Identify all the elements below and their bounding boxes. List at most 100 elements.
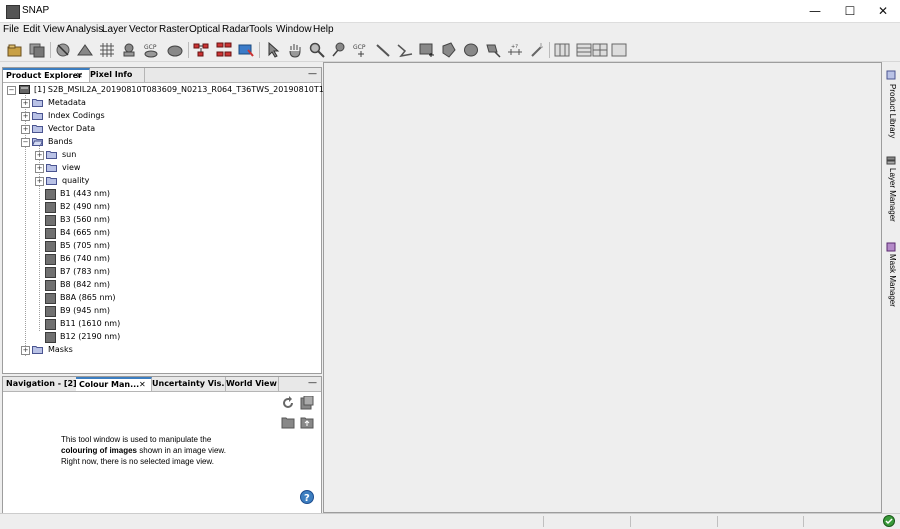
tree-item-band[interactable]: B6 (740 nm) xyxy=(45,253,245,265)
expand-icon[interactable]: + xyxy=(35,164,44,173)
tree-item-band[interactable]: B12 (2190 nm) xyxy=(45,331,245,343)
no-data-icon[interactable] xyxy=(55,42,71,58)
tree-item-band[interactable]: B11 (1610 nm) xyxy=(45,318,245,330)
tab-navigation[interactable]: Navigation - [2] ... xyxy=(3,377,79,391)
tree-item-label: Vector Data xyxy=(48,124,96,133)
tile-vertical-icon[interactable] xyxy=(576,42,592,58)
maximize-button[interactable]: ☐ xyxy=(833,0,867,22)
menu-layer[interactable]: Layer xyxy=(102,24,127,35)
menu-vector[interactable]: Vector xyxy=(129,24,157,35)
tree-item-product[interactable]: − [1] S2B_MSIL2A_20190810T083609_N0213_R… xyxy=(5,84,349,96)
gcp-icon[interactable]: GCP xyxy=(143,42,159,58)
minimize-panel-icon[interactable]: — xyxy=(308,68,317,80)
world-view-icon[interactable] xyxy=(238,42,254,58)
tile-evenly-icon[interactable] xyxy=(592,42,608,58)
rectangle-drawing-icon[interactable] xyxy=(419,42,435,58)
select-tool-icon[interactable] xyxy=(265,42,281,58)
close-icon[interactable]: ✕ xyxy=(76,70,83,82)
expand-icon[interactable]: + xyxy=(21,346,30,355)
expand-icon[interactable]: + xyxy=(35,177,44,186)
tab-layer-manager[interactable]: Layer Manager xyxy=(885,168,897,222)
open-product-icon[interactable] xyxy=(7,42,23,58)
menu-analysis[interactable]: Analysis xyxy=(66,24,103,35)
gcp-placing-icon[interactable]: GCP xyxy=(353,42,369,58)
pan-tool-icon[interactable] xyxy=(287,42,303,58)
menu-window[interactable]: Window xyxy=(276,24,312,35)
close-button[interactable]: ✕ xyxy=(866,0,900,22)
tab-colour-manipulation-label: Colour Man... xyxy=(79,380,140,389)
expand-icon[interactable]: + xyxy=(21,125,30,134)
zoom-tool-icon[interactable] xyxy=(309,42,325,58)
menu-file[interactable]: File xyxy=(3,24,19,35)
tree-item-index-codings[interactable]: + Index Codings xyxy=(19,110,219,122)
menu-view[interactable]: View xyxy=(43,24,65,35)
polyline-drawing-icon[interactable] xyxy=(397,42,413,58)
export-icon[interactable] xyxy=(300,415,314,429)
tree-item-band[interactable]: B1 (443 nm) xyxy=(45,188,245,200)
tree-item-vector-data[interactable]: + Vector Data xyxy=(19,123,219,135)
help-icon[interactable]: ? xyxy=(300,490,314,504)
image-view-area[interactable] xyxy=(323,62,882,513)
tree-item-band[interactable]: B5 (705 nm) xyxy=(45,240,245,252)
expand-icon[interactable]: + xyxy=(35,151,44,160)
tree-item-view[interactable]: + view xyxy=(33,162,233,174)
tree-item-bands[interactable]: − Bands xyxy=(19,136,219,148)
ellipse-drawing-icon[interactable] xyxy=(463,42,479,58)
menu-tools[interactable]: Tools xyxy=(249,24,272,35)
tree-item-band[interactable]: B9 (945 nm) xyxy=(45,305,245,317)
tab-product-library[interactable]: Product Library xyxy=(885,84,897,138)
layer-manager-icon[interactable] xyxy=(886,156,896,166)
tab-colour-manipulation[interactable]: Colour Man... ✕ xyxy=(76,377,152,391)
notification-icon[interactable] xyxy=(883,515,895,527)
collapse-icon[interactable]: − xyxy=(21,138,30,147)
tree-item-band[interactable]: B7 (783 nm) xyxy=(45,266,245,278)
tab-product-explorer[interactable]: Product Explorer ✕ xyxy=(3,68,90,82)
grid-icon[interactable] xyxy=(99,42,115,58)
mask-manager-icon[interactable] xyxy=(886,242,896,252)
reset-icon[interactable] xyxy=(281,396,295,410)
tree-item-masks[interactable]: + Masks xyxy=(19,344,219,356)
filter-icon[interactable] xyxy=(77,42,93,58)
tree-item-metadata[interactable]: + Metadata xyxy=(19,97,219,109)
minimize-panel-icon[interactable]: — xyxy=(308,377,317,389)
collapse-icon[interactable]: − xyxy=(7,86,16,95)
menu-help[interactable]: Help xyxy=(313,24,334,35)
graph-builder-icon[interactable] xyxy=(193,42,209,58)
menu-radar[interactable]: Radar xyxy=(222,24,249,35)
tree-item-band[interactable]: B4 (665 nm) xyxy=(45,227,245,239)
close-icon[interactable]: ✕ xyxy=(139,379,146,391)
pin-placing-icon[interactable] xyxy=(331,42,347,58)
magic-wand-tool-icon[interactable] xyxy=(529,42,545,58)
menu-edit[interactable]: Edit xyxy=(23,24,40,35)
magic-wand-icon[interactable] xyxy=(485,42,501,58)
tree-item-band[interactable]: B8A (865 nm) xyxy=(45,292,245,304)
tree-item-quality[interactable]: + quality xyxy=(33,175,233,187)
menu-optical[interactable]: Optical xyxy=(189,24,220,35)
pin-icon[interactable] xyxy=(121,42,137,58)
multi-assign-icon[interactable] xyxy=(300,396,314,410)
polygon-drawing-icon[interactable] xyxy=(441,42,457,58)
tile-horizontal-icon[interactable] xyxy=(554,42,570,58)
line-drawing-icon[interactable] xyxy=(375,42,391,58)
toolbar-separator xyxy=(50,42,51,58)
tab-mask-manager[interactable]: Mask Manager xyxy=(885,254,897,307)
expand-icon[interactable]: + xyxy=(21,99,30,108)
tile-single-icon[interactable] xyxy=(611,42,627,58)
session-icon[interactable] xyxy=(29,42,45,58)
product-library-icon[interactable] xyxy=(886,70,896,80)
import-icon[interactable] xyxy=(281,415,295,429)
ellipse-icon[interactable] xyxy=(167,42,183,58)
range-finder-icon[interactable]: +? xyxy=(507,42,523,58)
tree-item-sun[interactable]: + sun xyxy=(33,149,233,161)
right-sidebar: Product Library Layer Manager Mask Manag… xyxy=(882,62,900,514)
menu-raster[interactable]: Raster xyxy=(159,24,188,35)
tab-pixel-info[interactable]: Pixel Info xyxy=(87,68,145,82)
expand-icon[interactable]: + xyxy=(21,112,30,121)
tree-item-band[interactable]: B2 (490 nm) xyxy=(45,201,245,213)
batch-processing-icon[interactable] xyxy=(216,42,232,58)
tab-world-view[interactable]: World View xyxy=(223,377,279,391)
minimize-button[interactable]: — xyxy=(798,0,832,22)
tree-item-band[interactable]: B8 (842 nm) xyxy=(45,279,245,291)
tab-uncertainty-visualisation[interactable]: Uncertainty Vis... xyxy=(149,377,226,391)
tree-item-band[interactable]: B3 (560 nm) xyxy=(45,214,245,226)
